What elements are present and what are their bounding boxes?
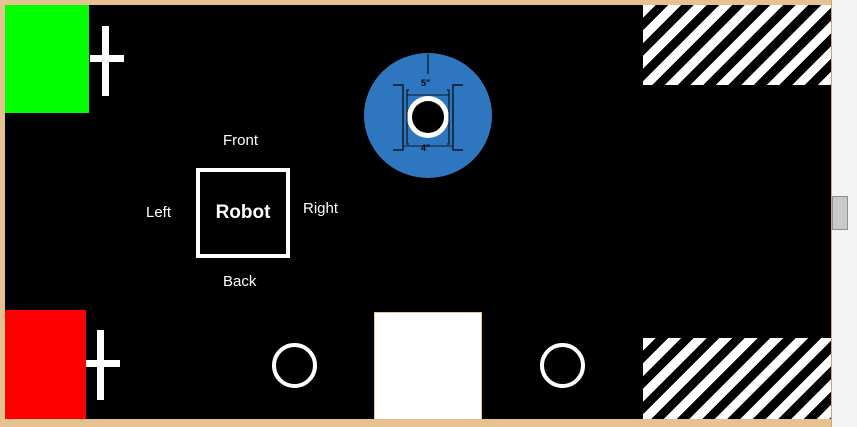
- cross-icon: [90, 26, 124, 96]
- robot-label: Robot: [215, 202, 271, 223]
- cross-icon: [86, 330, 120, 400]
- ring-icon: [272, 343, 317, 388]
- bottom-border: [0, 419, 857, 427]
- right-label: Right: [303, 200, 339, 217]
- target-svg: [364, 53, 492, 178]
- target-dimension-top: 5": [421, 78, 431, 88]
- red-start-zone: [5, 310, 86, 419]
- front-label: Front: [223, 132, 259, 149]
- target-dimension-bottom: 4": [421, 143, 431, 153]
- target-disc: 5" 4": [363, 52, 493, 179]
- field-frame: 5" 4" Front Left Right Back Robot: [0, 0, 857, 427]
- green-start-zone: [5, 5, 89, 113]
- robot-box: Robot: [196, 168, 290, 258]
- white-zone: [374, 312, 482, 419]
- ring-icon: [540, 343, 585, 388]
- hatched-zone-top: [643, 5, 831, 85]
- left-label: Left: [146, 204, 172, 221]
- hatched-zone-bottom: [643, 338, 831, 419]
- scroll-handle[interactable]: [832, 196, 848, 230]
- back-label: Back: [223, 273, 257, 290]
